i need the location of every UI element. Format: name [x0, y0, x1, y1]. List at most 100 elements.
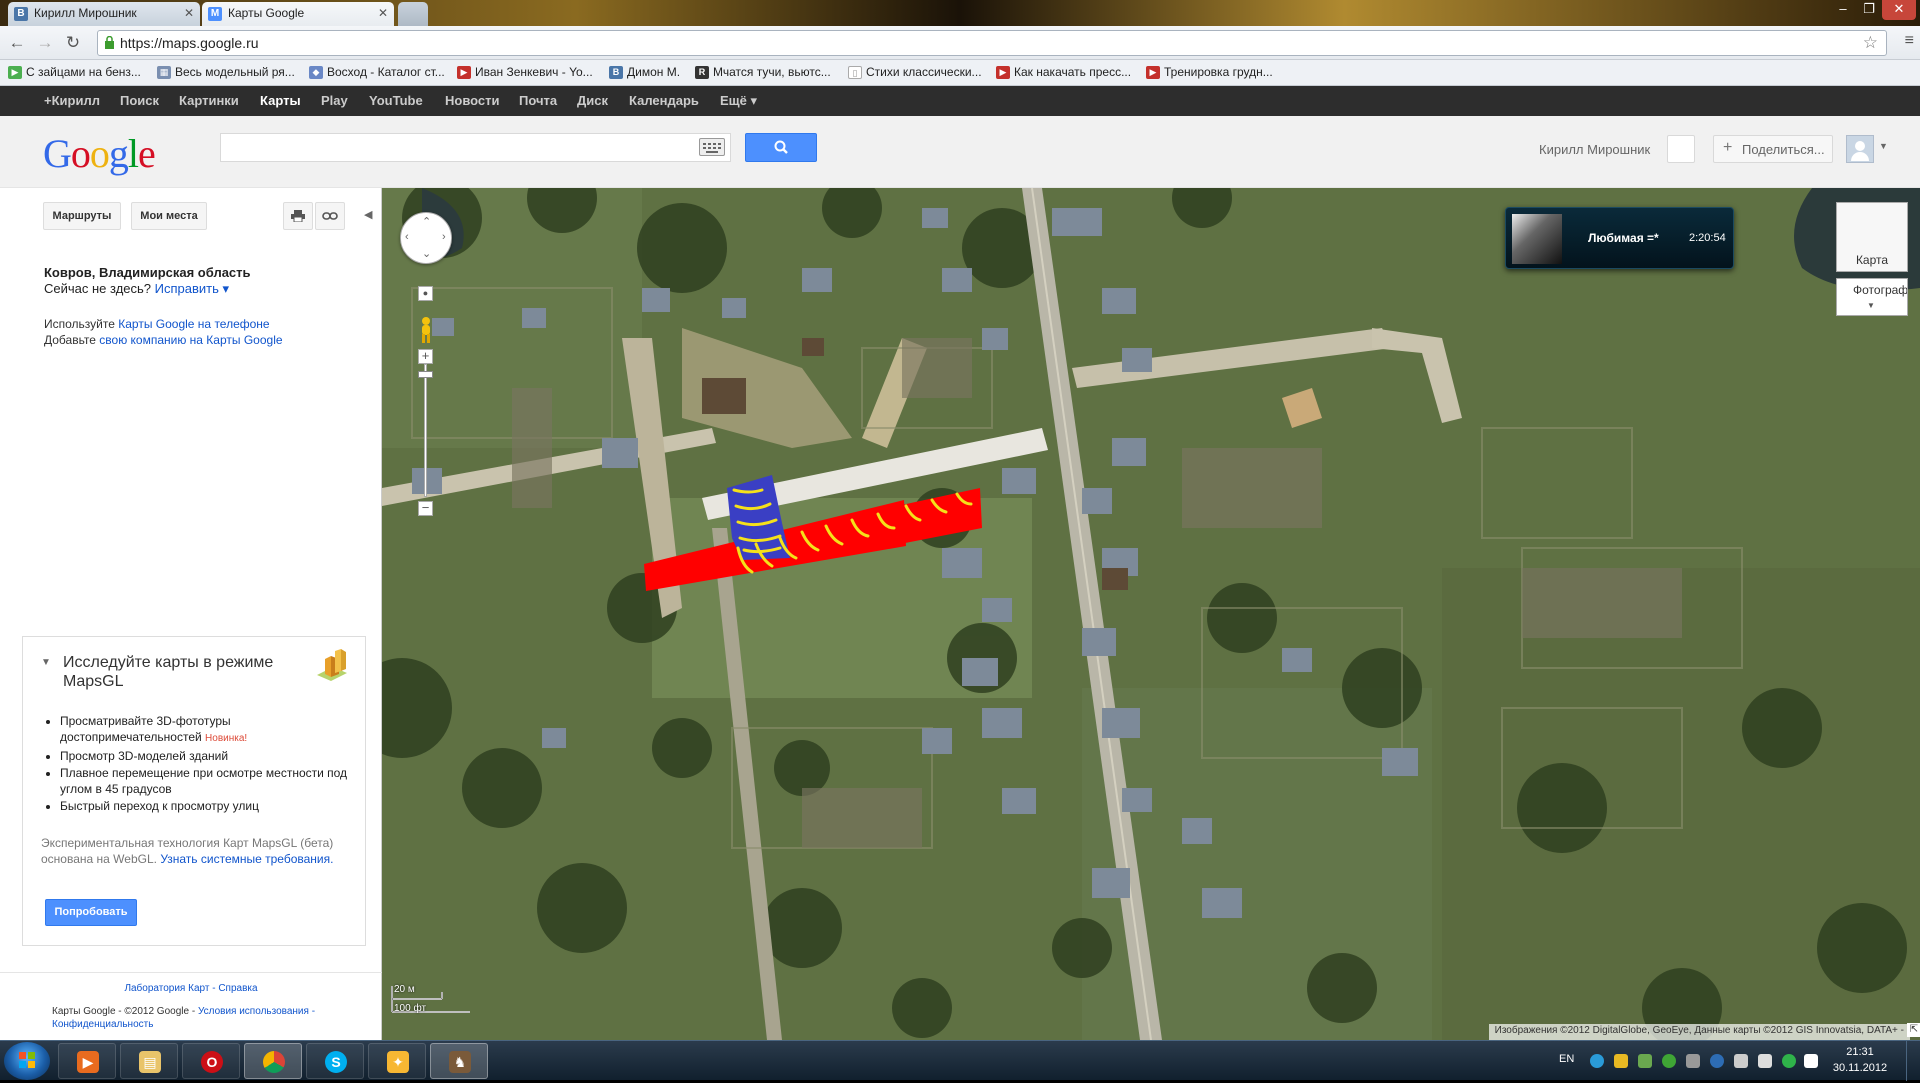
close-icon[interactable]: ✕ — [184, 6, 194, 20]
restore-icon[interactable]: ❐ — [1856, 0, 1882, 20]
mobile-maps-link[interactable]: Карты Google на телефоне — [118, 317, 269, 331]
location-title: Ковров, Владимирская область — [44, 265, 251, 280]
show-desktop-button[interactable] — [1906, 1041, 1920, 1081]
close-window-icon[interactable]: ✕ — [1882, 0, 1916, 20]
gbar-item-calendar[interactable]: Календарь — [629, 93, 699, 108]
tray-app-icon[interactable] — [1662, 1054, 1676, 1068]
mapsgl-description: Экспериментальная технология Карт MapsGL… — [41, 836, 334, 866]
bookmark-item[interactable]: ▯ Стихи классически... — [848, 65, 982, 79]
minimize-icon[interactable]: – — [1830, 0, 1856, 20]
zoom-in-button[interactable]: + — [418, 349, 433, 364]
taskbar-skype[interactable]: S — [306, 1043, 364, 1079]
keyboard-icon[interactable] — [699, 138, 725, 156]
clock-date[interactable]: 30.11.2012 — [1825, 1062, 1895, 1074]
search-input[interactable] — [220, 133, 731, 162]
maptype-satellite-label: Фотограф — [1853, 283, 1908, 297]
zoom-slider-track[interactable] — [424, 364, 427, 497]
taskbar-media-player[interactable]: ▶ — [58, 1043, 116, 1079]
expand-corner-icon[interactable]: ⇱ — [1907, 1023, 1920, 1037]
speaker-icon[interactable] — [1758, 1054, 1772, 1068]
notifications-button[interactable] — [1667, 135, 1695, 163]
fix-location-link[interactable]: Исправить ▾ — [155, 281, 229, 296]
bookmark-item[interactable]: R Мчатся тучи, вьютс... — [695, 65, 831, 79]
taskbar-opera[interactable]: O — [182, 1043, 240, 1079]
print-button[interactable] — [283, 202, 313, 230]
routes-button[interactable]: Маршруты — [43, 202, 121, 230]
triangle-down-icon[interactable]: ▼ — [41, 657, 51, 668]
gbar-item-drive[interactable]: Диск — [577, 93, 608, 108]
network-icon[interactable] — [1804, 1054, 1818, 1068]
google-logo[interactable]: Google — [43, 130, 156, 177]
tab-vk-profile[interactable]: B Кирилл Мирошник ✕ — [8, 2, 200, 26]
taskbar-chrome[interactable] — [244, 1043, 302, 1079]
chevron-down-icon[interactable]: ▼ — [1879, 141, 1888, 151]
zoom-slider-thumb[interactable] — [418, 371, 433, 378]
user-name[interactable]: Кирилл Мирошник — [1539, 142, 1650, 157]
taskbar-butterfly-app[interactable]: ✦ — [368, 1043, 426, 1079]
maptype-map-button[interactable]: Карта — [1836, 202, 1908, 272]
bookmark-item[interactable]: B Димон М. — [609, 65, 680, 79]
bookmark-item[interactable]: ◆ Восход - Каталог ст... — [309, 65, 445, 79]
tray-app-icon[interactable] — [1710, 1054, 1724, 1068]
gbar-item-search[interactable]: Поиск — [120, 93, 159, 108]
tray-app-icon[interactable] — [1782, 1054, 1796, 1068]
share-button[interactable]: + Поделиться... — [1713, 135, 1833, 163]
close-icon[interactable]: ✕ — [378, 6, 388, 20]
new-tab-button[interactable] — [398, 2, 428, 26]
menu-icon[interactable]: ≡ — [1905, 32, 1914, 50]
tab-label: Кирилл Мирошник — [34, 6, 137, 20]
bookmark-item[interactable]: ▶ Иван Зенкевич - Yo... — [457, 65, 593, 79]
pan-right-icon[interactable]: › — [442, 231, 446, 243]
tray-app-icon[interactable] — [1734, 1054, 1748, 1068]
music-player-widget[interactable]: Любимая =* 2:20:54 — [1505, 207, 1734, 269]
gbar-item-mail[interactable]: Почта — [519, 93, 557, 108]
zoom-out-button[interactable]: − — [418, 501, 433, 516]
pan-up-icon[interactable]: ⌃ — [422, 215, 431, 228]
tab-google-maps[interactable]: M Карты Google ✕ — [202, 2, 394, 26]
system-requirements-link[interactable]: Узнать системные требования. — [160, 852, 333, 866]
clock-time[interactable]: 21:31 — [1825, 1046, 1895, 1058]
gbar-item-maps[interactable]: Карты — [260, 93, 301, 108]
gbar-item-news[interactable]: Новости — [445, 93, 500, 108]
pan-control[interactable]: ⌃ ‹ › ⌄ — [400, 212, 452, 264]
address-bar[interactable]: https://maps.google.ru ☆ — [97, 30, 1887, 56]
avatar[interactable] — [1846, 135, 1874, 163]
try-mapsgl-button[interactable]: Попробовать — [45, 899, 137, 926]
start-button[interactable] — [4, 1042, 50, 1080]
gbar-item-more[interactable]: Ещё ▾ — [720, 93, 757, 109]
taskbar-game[interactable]: ♞ — [430, 1043, 488, 1079]
network-globe-icon[interactable] — [1590, 1054, 1604, 1068]
forward-icon[interactable]: → — [34, 32, 56, 54]
tray-app-icon[interactable] — [1686, 1054, 1700, 1068]
input-language[interactable]: EN — [1559, 1053, 1574, 1065]
link-button[interactable] — [315, 202, 345, 230]
gbar-item-plus[interactable]: +Кирилл — [44, 93, 100, 108]
my-places-button[interactable]: Мои места — [131, 202, 207, 230]
back-icon[interactable]: ← — [6, 32, 28, 54]
butterfly-tray-icon[interactable] — [1614, 1054, 1628, 1068]
taskbar-explorer[interactable]: ▤ — [120, 1043, 178, 1079]
maptype-satellite-button[interactable]: Фотограф ▼ — [1836, 278, 1908, 316]
add-business-link[interactable]: свою компанию на Карты Google — [99, 333, 282, 347]
bookmark-item[interactable]: ▶ Тренировка грудн... — [1146, 65, 1273, 79]
pegman-icon[interactable] — [418, 316, 434, 344]
gbar-item-images[interactable]: Картинки — [179, 93, 239, 108]
bookmark-item[interactable]: ▶ Как накачать пресс... — [996, 65, 1131, 79]
chevron-down-icon[interactable]: ▼ — [1867, 301, 1875, 310]
tray-app-icon[interactable] — [1638, 1054, 1652, 1068]
gbar-item-youtube[interactable]: YouTube — [369, 93, 423, 108]
pan-left-icon[interactable]: ‹ — [405, 231, 409, 243]
pan-down-icon[interactable]: ⌄ — [422, 247, 431, 260]
search-button[interactable] — [745, 133, 817, 162]
magnifier-icon — [774, 140, 788, 154]
reload-icon[interactable]: ↻ — [62, 32, 84, 54]
map-canvas[interactable]: ⌃ ‹ › ⌄ ● + − Любимая =* 2:20:54 Карта Ф… — [382, 188, 1920, 1040]
bookmark-star-icon[interactable]: ☆ — [1863, 33, 1878, 53]
collapse-panel-icon[interactable]: ◀ — [364, 208, 372, 221]
footer-links[interactable]: Лаборатория Карт - Справка — [0, 983, 382, 994]
album-cover — [1512, 214, 1562, 264]
bookmark-item[interactable]: ▶ С зайцами на бенз... — [8, 65, 141, 79]
gbar-item-play[interactable]: Play — [321, 93, 348, 108]
bookmark-item[interactable]: ▦ Весь модельный ря... — [157, 65, 295, 79]
reset-view-button[interactable]: ● — [418, 286, 433, 301]
